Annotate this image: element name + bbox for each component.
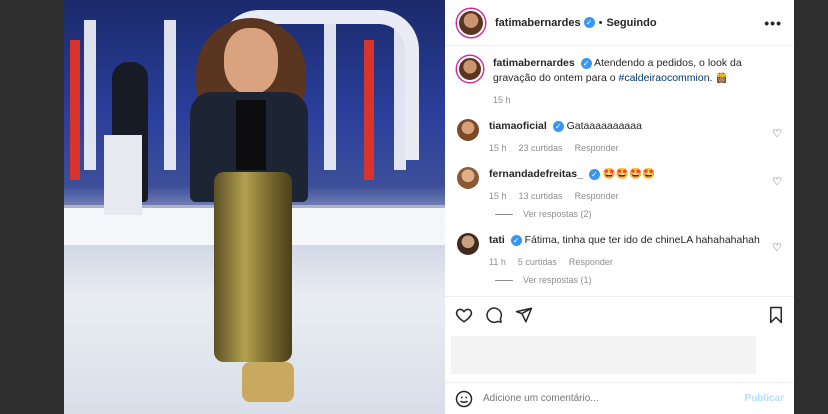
comments-list[interactable]: fatimabernardes ✓ Atendendo a pedidos, o… (445, 46, 794, 296)
comment-text: tiamaoficial ✓ Gataaaaaaaaaa (489, 119, 764, 134)
comment-row: tati ✓ Fátima, tinha que ter ido de chin… (457, 233, 782, 267)
caption-emoji: . 👸🏽 (709, 72, 729, 84)
comment-time[interactable]: 15 h (489, 143, 507, 153)
post-actions (445, 296, 794, 332)
reply-button[interactable]: Responder (569, 257, 613, 267)
view-replies-label[interactable]: Ver respostas (2) (523, 209, 592, 219)
share-send-icon[interactable] (515, 306, 533, 324)
more-options-icon[interactable]: ••• (764, 15, 782, 31)
caption-avatar[interactable] (457, 56, 483, 82)
publish-button[interactable]: Publicar (745, 393, 784, 404)
comment-time[interactable]: 11 h (489, 257, 506, 267)
instagram-post-modal: fatimabernardes ✓ • Seguindo ••• fatimab… (64, 0, 794, 414)
save-bookmark-icon[interactable] (768, 306, 784, 324)
caption-text: fatimabernardes ✓ Atendendo a pedidos, o… (493, 56, 782, 86)
comment-bubble-icon[interactable] (485, 306, 503, 324)
replies-line (495, 213, 513, 215)
comment-body: tiamaoficial ✓ Gataaaaaaaaaa 15 h 23 cur… (489, 119, 764, 153)
replies-line (495, 279, 513, 281)
verified-icon: ✓ (552, 120, 564, 132)
like-comment-heart-icon[interactable]: ♡ (772, 241, 782, 254)
comment-meta: 15 h 23 curtidas Responder (489, 143, 764, 153)
comment-body: fernandadefreitas_ ✓ 🤩🤩🤩🤩 15 h 13 curtid… (489, 167, 764, 201)
like-heart-icon[interactable] (455, 306, 473, 324)
separator-dot: • (598, 16, 603, 29)
view-replies-label[interactable]: Ver respostas (1) (523, 275, 592, 285)
caption-hashtag[interactable]: #caldeiraocommion (619, 72, 710, 84)
reply-button[interactable]: Responder (575, 191, 619, 201)
like-comment-heart-icon[interactable]: ♡ (772, 175, 782, 188)
likes-placeholder-bar (451, 336, 756, 374)
comment-meta: 11 h 5 curtidas Responder (489, 257, 764, 267)
set-panel (70, 40, 80, 180)
comment-text: tati ✓ Fátima, tinha que ter ido de chin… (489, 233, 764, 248)
comment-content: Gataaaaaaaaaa (566, 120, 642, 132)
add-comment-bar: Publicar (445, 382, 794, 414)
commenter-username[interactable]: tati (489, 234, 505, 246)
author-username[interactable]: fatimabernardes (495, 17, 581, 29)
comment-row: tiamaoficial ✓ Gataaaaaaaaaa 15 h 23 cur… (457, 119, 782, 153)
set-light (84, 20, 96, 170)
person-shoes (242, 362, 294, 402)
comment-text: fernandadefreitas_ ✓ 🤩🤩🤩🤩 (489, 167, 764, 182)
comment-likes[interactable]: 13 curtidas (519, 191, 563, 201)
comment-body: tati ✓ Fátima, tinha que ter ido de chin… (489, 233, 764, 267)
comment-likes[interactable]: 23 curtidas (519, 143, 563, 153)
verified-icon: ✓ (580, 57, 592, 69)
post-photo[interactable] (64, 0, 445, 414)
post-header: fatimabernardes ✓ • Seguindo ••• (445, 0, 794, 46)
person-face (224, 28, 278, 94)
post-sidebar: fatimabernardes ✓ • Seguindo ••• fatimab… (445, 0, 794, 414)
comment-likes[interactable]: 5 curtidas (518, 257, 557, 267)
person-gold-pants (214, 172, 292, 362)
caption: fatimabernardes ✓ Atendendo a pedidos, o… (457, 56, 782, 105)
like-comment-heart-icon[interactable]: ♡ (772, 127, 782, 140)
commenter-avatar[interactable] (457, 119, 479, 141)
caption-username[interactable]: fatimabernardes (493, 57, 575, 69)
caption-time[interactable]: 15 h (493, 95, 511, 105)
verified-icon: ✓ (583, 17, 595, 28)
comment-input[interactable] (483, 393, 745, 404)
reply-button[interactable]: Responder (575, 143, 619, 153)
comment-meta: 15 h 13 curtidas Responder (489, 191, 764, 201)
comment-time[interactable]: 15 h (489, 191, 507, 201)
emoji-smiley-icon[interactable] (455, 390, 473, 408)
caption-meta: 15 h (493, 95, 782, 105)
caption-body: fatimabernardes ✓ Atendendo a pedidos, o… (493, 56, 782, 105)
verified-icon: ✓ (588, 168, 600, 180)
comment-row: fernandadefreitas_ ✓ 🤩🤩🤩🤩 15 h 13 curtid… (457, 167, 782, 201)
author-avatar[interactable] (457, 8, 485, 37)
commenter-username[interactable]: tiamaoficial (489, 120, 547, 132)
follow-status-button[interactable]: Seguindo (606, 17, 656, 29)
view-replies-button[interactable]: Ver respostas (2) (495, 209, 782, 219)
person-top (236, 100, 266, 170)
view-replies-button[interactable]: Ver respostas (1) (495, 275, 782, 285)
verified-icon: ✓ (510, 234, 522, 246)
set-desk (104, 135, 142, 215)
comment-content: Fátima, tinha que ter ido de chineLA hah… (524, 234, 760, 246)
commenter-avatar[interactable] (457, 233, 479, 255)
set-light (164, 20, 176, 170)
commenter-avatar[interactable] (457, 167, 479, 189)
commenter-username[interactable]: fernandadefreitas_ (489, 168, 583, 180)
comment-content: 🤩🤩🤩🤩 (602, 168, 656, 180)
